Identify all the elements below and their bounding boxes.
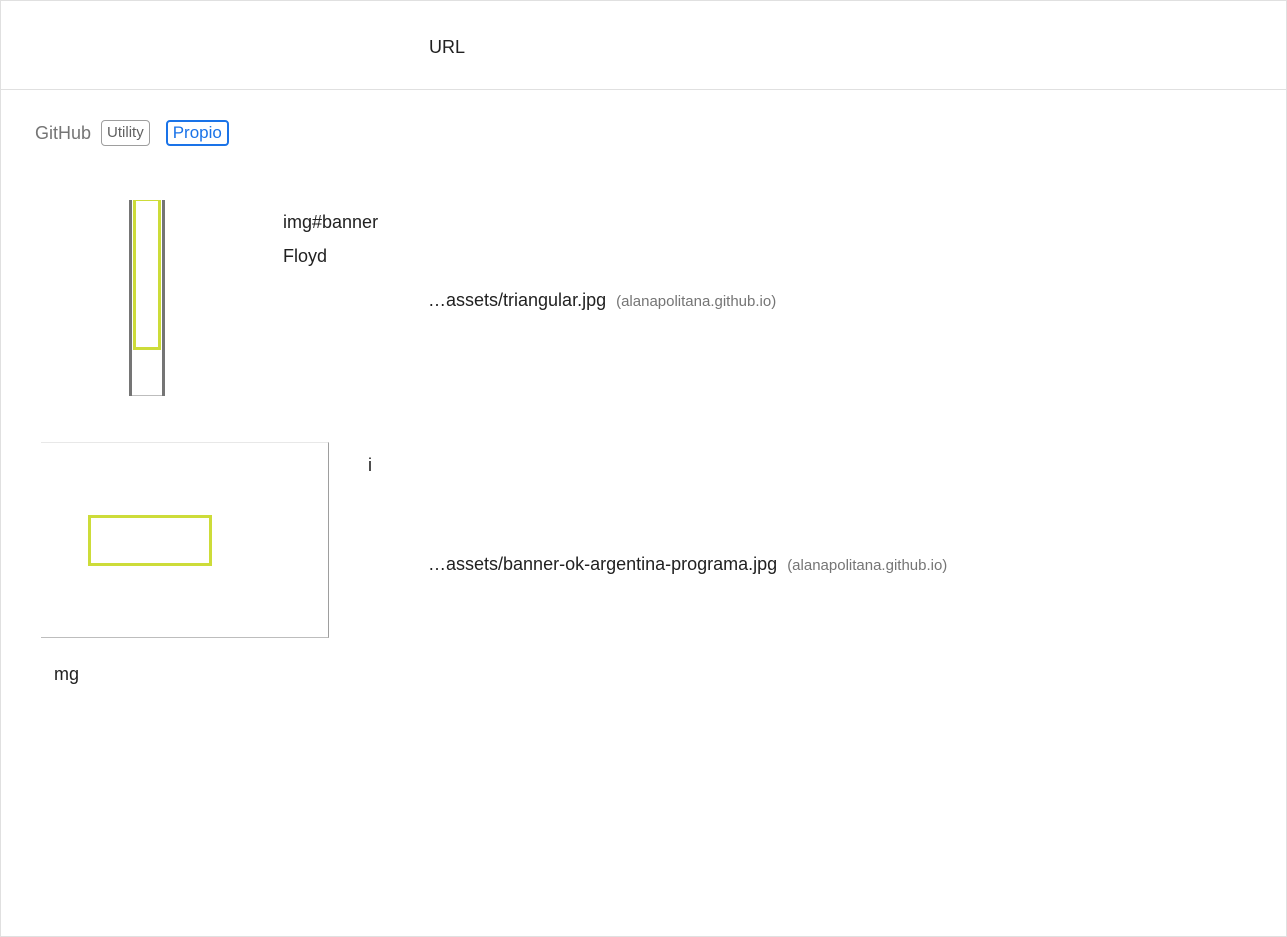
resource-host: (alanapolitana.github.io) (787, 557, 948, 574)
table-header: URL (1, 1, 1286, 90)
node-label: img#bannerFloyd (283, 212, 379, 266)
resource-url-row: …assets/triangular.jpg (alanapolitana.git… (428, 290, 776, 311)
url-column-header: URL (429, 37, 466, 57)
resource-url-row: …assets/banner-ok-argentina-programa.jpg… (428, 554, 947, 575)
entity-name: GitHub (35, 122, 92, 143)
element-screenshot-thumbnail (41, 442, 329, 638)
propio-badge: Propio (165, 120, 229, 146)
resource-url-link[interactable]: …assets/triangular.jpg (428, 290, 606, 310)
element-highlight-box (88, 515, 212, 566)
node-label-fragment: mg (54, 664, 80, 684)
resource-url-link[interactable]: …assets/banner-ok-argentina-programa.jpg (428, 554, 777, 574)
element-screenshot-thumbnail (129, 200, 165, 396)
node-label-fragment: i (368, 455, 372, 475)
utility-badge: Utility (101, 120, 150, 146)
element-highlight-box (133, 200, 161, 350)
resource-host: (alanapolitana.github.io) (616, 293, 777, 310)
entity-row: GitHub Utility Propio (35, 120, 229, 146)
